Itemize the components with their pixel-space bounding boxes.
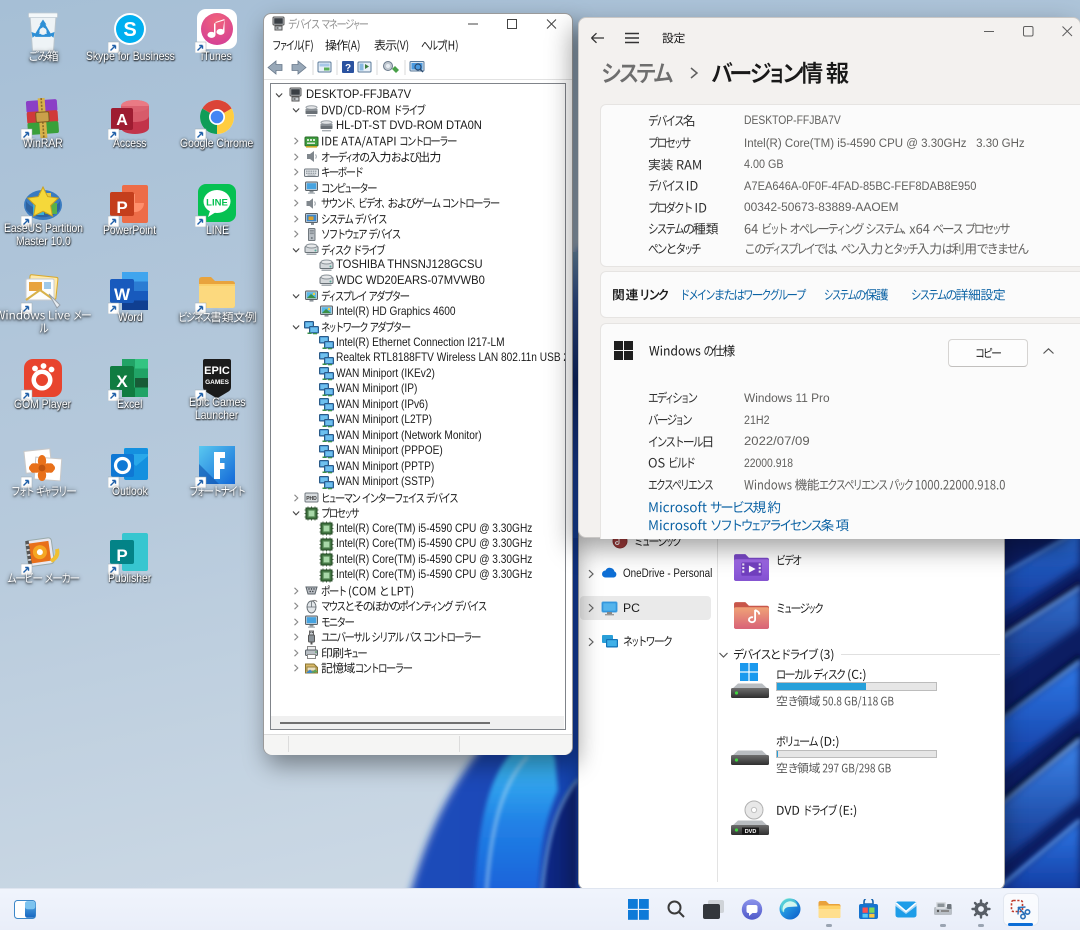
- svg-text:P: P: [116, 198, 127, 217]
- svg-text:LINE: LINE: [206, 198, 228, 209]
- svg-text:S: S: [123, 19, 136, 41]
- svg-text:W: W: [114, 285, 131, 304]
- svg-text:PHD: PHD: [306, 496, 317, 502]
- svg-text:P: P: [116, 546, 127, 565]
- svg-text:A: A: [116, 112, 128, 129]
- svg-text:GAMES: GAMES: [205, 379, 230, 386]
- svg-text:X: X: [116, 372, 128, 391]
- svg-text:?: ?: [345, 63, 351, 74]
- svg-text:DVD: DVD: [745, 829, 757, 835]
- svg-text:EPIC: EPIC: [204, 365, 230, 377]
